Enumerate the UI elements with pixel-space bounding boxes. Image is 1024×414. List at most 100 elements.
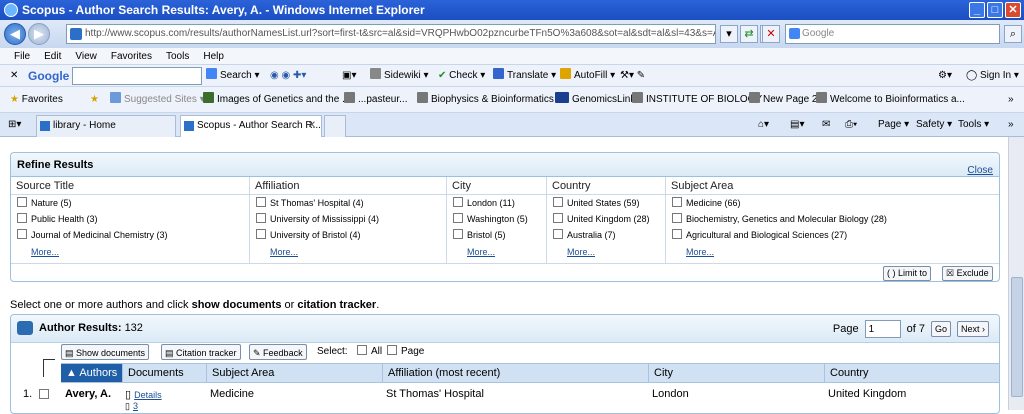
refine-option[interactable]: University of Bristol (4) — [250, 227, 446, 243]
close-tab-icon[interactable]: ✕ — [308, 116, 316, 136]
refine-option[interactable]: United States (59) — [547, 195, 665, 211]
check-button[interactable]: ✔ Check ▾ — [438, 65, 485, 87]
fav-item-new-page-2[interactable]: New Page 2 — [749, 87, 817, 113]
author-name[interactable]: Avery, A. — [65, 388, 111, 400]
maximize-button[interactable]: □ — [987, 2, 1003, 18]
exclude-button[interactable]: ☒ Exclude — [942, 266, 993, 281]
back-button[interactable]: ◀ — [4, 23, 26, 45]
checkbox[interactable] — [553, 229, 563, 239]
refine-option[interactable]: University of Mississippi (4) — [250, 211, 446, 227]
checkbox[interactable] — [256, 213, 266, 223]
add-favorite-icon[interactable]: ★ — [90, 87, 99, 113]
fav-item-bioinformatics[interactable]: Welcome to Bioinformatics a... — [816, 87, 965, 113]
refine-option[interactable]: United Kingdom (28) — [547, 211, 665, 227]
fav-item-pasteur[interactable]: ...pasteur... — [344, 87, 407, 113]
refine-option[interactable]: St Thomas' Hospital (4) — [250, 195, 446, 211]
select-page[interactable]: Page — [387, 344, 424, 360]
refine-option[interactable]: Bristol (5) — [447, 227, 546, 243]
close-window-button[interactable]: ✕ — [1005, 2, 1021, 18]
page-number-input[interactable] — [864, 320, 901, 338]
fav-item-institute-biology[interactable]: INSTITUTE OF BIOLOGY — [632, 87, 762, 113]
favorites-button[interactable]: ★ Favorites — [10, 87, 63, 113]
search-input[interactable]: Google — [785, 24, 1000, 44]
chevron-right-icon[interactable]: » — [1008, 113, 1014, 137]
refine-option[interactable]: Nature (5) — [11, 195, 249, 211]
checkbox[interactable] — [672, 213, 682, 223]
page-menu[interactable]: Page ▾ — [878, 113, 909, 137]
checkbox[interactable] — [256, 229, 266, 239]
go-button[interactable]: Go — [930, 321, 951, 337]
limit-to-button[interactable]: ( ) Limit to — [883, 266, 932, 281]
row-checkbox[interactable] — [39, 389, 49, 399]
google-search-button[interactable]: Search ▾ — [206, 65, 260, 87]
checkbox[interactable] — [453, 213, 463, 223]
refine-option[interactable]: Australia (7) — [547, 227, 665, 243]
wrench-icon[interactable]: ⚒▾ ✎ — [620, 65, 645, 87]
show-documents-button[interactable]: ▤ Show documents — [61, 344, 150, 360]
menu-help[interactable]: Help — [203, 51, 224, 62]
checkbox[interactable] — [453, 197, 463, 207]
globe-icon[interactable]: ◉ ◉ ✚▾ — [270, 65, 306, 87]
checkbox[interactable] — [672, 229, 682, 239]
search-icon[interactable]: ⌕ — [1004, 25, 1022, 43]
menu-edit[interactable]: Edit — [44, 51, 61, 62]
menu-favorites[interactable]: Favorites — [111, 51, 152, 62]
checkbox[interactable] — [17, 213, 27, 223]
stop-icon[interactable]: ✕ — [762, 25, 780, 43]
fav-item-suggested-sites[interactable]: Suggested Sites ▾ — [110, 87, 205, 113]
col-header-subject-area[interactable]: Subject Area — [207, 364, 383, 382]
select-all-checkbox[interactable] — [357, 345, 367, 355]
menu-tools[interactable]: Tools — [166, 51, 189, 62]
safety-menu[interactable]: Safety ▾ — [916, 113, 952, 137]
col-header-city[interactable]: City — [649, 364, 825, 382]
quick-tabs-icon[interactable]: ⊞▾ — [8, 113, 21, 137]
refine-option[interactable]: Journal of Medicinal Chemistry (3) — [11, 227, 249, 243]
dropdown-arrow-icon[interactable]: ▾ — [720, 25, 738, 43]
col-header-documents[interactable]: Documents — [123, 364, 207, 382]
more-link[interactable]: More... — [11, 243, 249, 261]
refine-option[interactable]: London (11) — [447, 195, 546, 211]
signin-button[interactable]: ◯ Sign In ▾ — [966, 65, 1019, 87]
minimize-button[interactable]: _ — [969, 2, 985, 18]
mail-icon[interactable]: ✉ — [822, 113, 830, 137]
more-link[interactable]: More... — [447, 243, 546, 261]
vertical-scrollbar[interactable] — [1008, 137, 1024, 410]
col-header-affiliation[interactable]: Affiliation (most recent) — [383, 364, 649, 382]
translate-button[interactable]: Translate ▾ — [493, 65, 556, 87]
fav-item-images-genetics[interactable]: Images of Genetics and the ... — [203, 87, 350, 113]
feeds-icon[interactable]: ▤▾ — [790, 113, 804, 137]
popup-blocker-icon[interactable]: ▣▾ — [342, 65, 356, 87]
menu-view[interactable]: View — [75, 51, 97, 62]
scrollbar-thumb[interactable] — [1011, 277, 1023, 397]
checkbox[interactable] — [17, 197, 27, 207]
more-link[interactable]: More... — [250, 243, 446, 261]
checkbox[interactable] — [553, 213, 563, 223]
close-toolbar-icon[interactable]: ✕ — [10, 65, 18, 87]
refine-option[interactable]: Public Health (3) — [11, 211, 249, 227]
google-search-input[interactable] — [72, 67, 202, 85]
sidewiki-button[interactable]: Sidewiki ▾ — [370, 65, 429, 87]
citation-tracker-button[interactable]: ▤ Citation tracker — [161, 344, 241, 360]
fav-item-genomicslinks[interactable]: GenomicsLinks — [555, 87, 640, 113]
chevron-right-icon[interactable]: » — [1008, 87, 1014, 113]
checkbox[interactable] — [256, 197, 266, 207]
compat-view-icon[interactable]: ⇄ — [740, 25, 758, 43]
new-tab-button[interactable] — [324, 115, 346, 137]
forward-button[interactable]: ▶ — [28, 23, 50, 45]
refine-option[interactable]: Medicine (66) — [666, 195, 999, 211]
more-link[interactable]: More... — [547, 243, 665, 261]
documents-count[interactable]: ▯ 3 — [125, 400, 138, 412]
tab-library-home[interactable]: library - Home — [36, 115, 176, 137]
select-page-checkbox[interactable] — [387, 345, 397, 355]
next-button[interactable]: Next › — [956, 321, 989, 337]
col-header-authors[interactable]: ▲ Authors — [61, 364, 123, 382]
checkbox[interactable] — [672, 197, 682, 207]
checkbox[interactable] — [453, 229, 463, 239]
url-field[interactable]: http://www.scopus.com/results/authorName… — [66, 24, 716, 44]
print-icon[interactable]: ⎙▾ — [845, 113, 857, 137]
feedback-button[interactable]: ✎ Feedback — [249, 344, 307, 360]
tab-scopus[interactable]: Scopus - Author Search R... ✕ — [180, 115, 322, 137]
refine-option[interactable]: Biochemistry, Genetics and Molecular Bio… — [666, 211, 999, 227]
autofill-button[interactable]: AutoFill ▾ — [560, 65, 615, 87]
tools-menu[interactable]: Tools ▾ — [958, 113, 989, 137]
